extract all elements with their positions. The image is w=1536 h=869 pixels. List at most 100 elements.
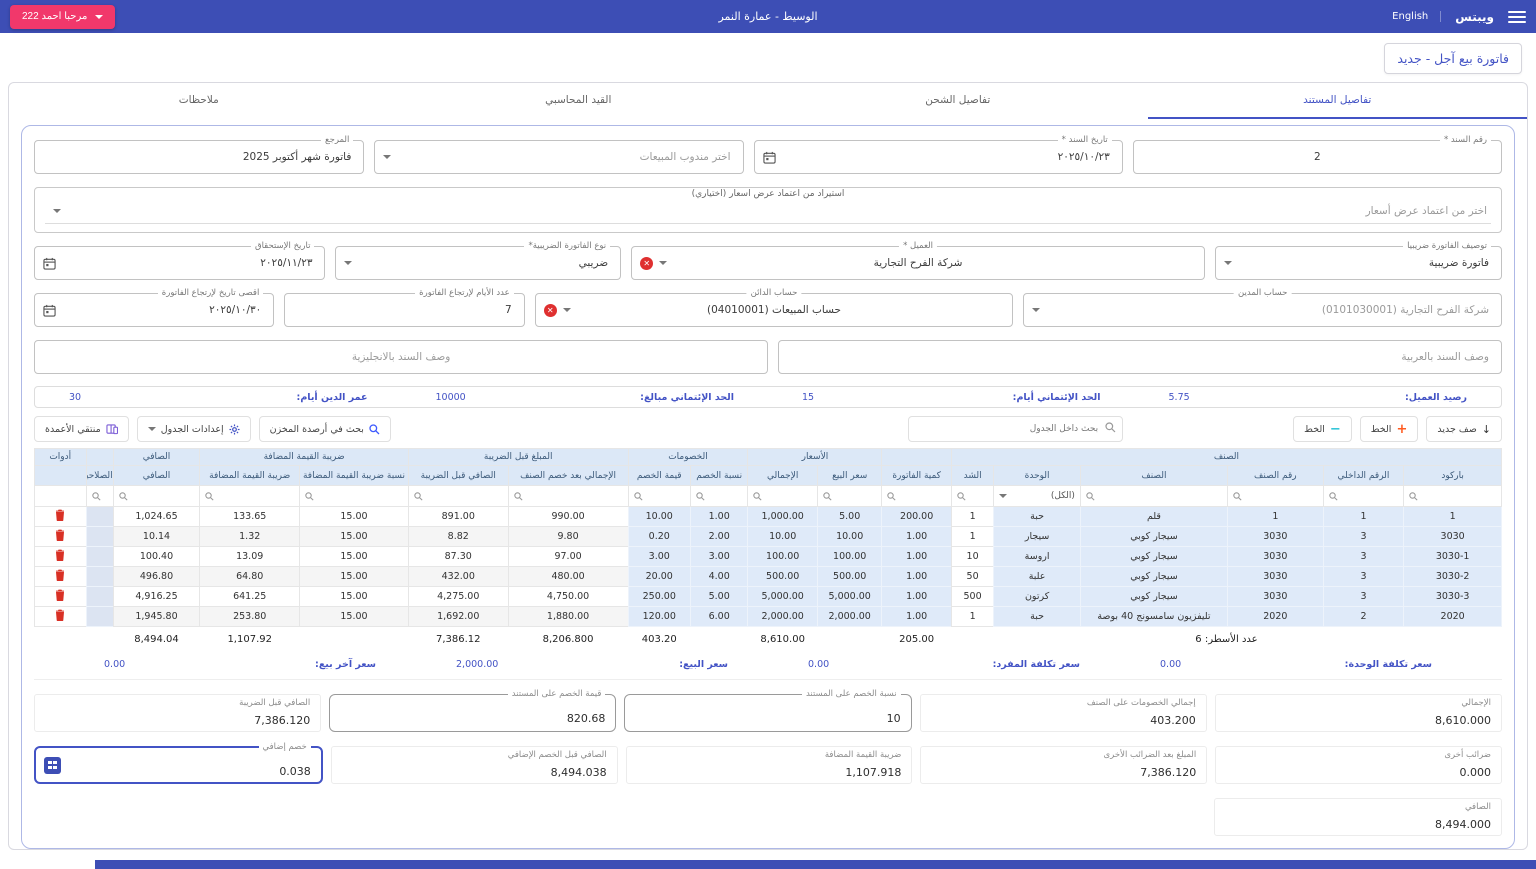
- delete-row-button[interactable]: [55, 609, 65, 621]
- doc-date-field[interactable]: تاريخ السند * ٢٠٢٥/١٠/٢٣: [754, 140, 1123, 174]
- description-english-input[interactable]: وصف السند بالانجليزية: [34, 340, 768, 374]
- calendar-icon[interactable]: [763, 151, 776, 164]
- chevron-down-icon[interactable]: [659, 261, 667, 265]
- extra-discount-field[interactable]: خصم إضافي 0.038: [34, 746, 323, 784]
- chevron-down-icon[interactable]: [53, 209, 61, 213]
- validity-cell: [86, 567, 113, 587]
- column-filter-input[interactable]: [817, 486, 881, 507]
- sales-rep-select[interactable]: اختر مندوب المبيعات: [374, 140, 743, 174]
- clear-icon[interactable]: ✕: [544, 304, 557, 317]
- column-header: قيمة الخصم: [628, 466, 690, 486]
- table-cell: حبة: [994, 607, 1081, 627]
- new-row-button[interactable]: ↓ صف جديد: [1426, 416, 1502, 442]
- return-max-date-field[interactable]: اقصى تاريخ لإرتجاع الفاتورة ٢٠٢٥/١٠/٣٠: [34, 293, 274, 327]
- chevron-down-icon: [148, 427, 156, 431]
- table-cell: 1: [1404, 507, 1502, 527]
- language-switch[interactable]: English: [1392, 11, 1441, 22]
- tab-notes[interactable]: ملاحظات: [9, 83, 389, 119]
- column-filter-input[interactable]: [951, 486, 993, 507]
- column-filter-input[interactable]: [1404, 486, 1502, 507]
- stock-balance-search-button[interactable]: بحث في أرصدة المخزن: [259, 416, 391, 442]
- delete-row-button[interactable]: [55, 549, 65, 561]
- search-icon: [119, 492, 128, 501]
- column-filter-input[interactable]: [1227, 486, 1323, 507]
- doc-number-field[interactable]: رقم السند * 2: [1133, 140, 1502, 174]
- customer-select[interactable]: العميل * شركة الفرح التجارية ✕: [631, 246, 1205, 280]
- table-cell: 120.00: [628, 607, 690, 627]
- validity-cell: [86, 547, 113, 567]
- table-cell: 432.00: [408, 567, 508, 587]
- unit-filter-select[interactable]: (الكل): [994, 486, 1081, 507]
- tab-document-details[interactable]: تفاصيل المستند: [1148, 83, 1528, 119]
- return-days-field[interactable]: عدد الأيام لإرتجاع الفاتورة 7: [284, 293, 524, 327]
- search-icon: [1329, 492, 1338, 501]
- table-cell: 4,750.00: [508, 587, 628, 607]
- search-icon: [369, 424, 380, 435]
- table-cell: 5.00: [817, 507, 881, 527]
- column-filter-input[interactable]: [113, 486, 200, 507]
- calendar-icon[interactable]: [43, 257, 56, 270]
- table-cell: 1,024.65: [113, 507, 200, 527]
- chevron-down-icon[interactable]: [563, 308, 571, 312]
- quote-import-select[interactable]: اختر من اعتماد عرض أسعار: [45, 198, 1491, 224]
- document-discount-value-field[interactable]: قيمة الخصم على المستند 820.68: [329, 694, 616, 732]
- column-filter-input[interactable]: [690, 486, 747, 507]
- table-row: 303033030سيجار كوبيسيجار11.0010.0010.002…: [35, 527, 1502, 547]
- description-arabic-input[interactable]: وصف السند بالعربية: [778, 340, 1502, 374]
- table-cell: 15.00: [300, 587, 409, 607]
- debit-account-select[interactable]: حساب المدين شركة الفرح التجارية (0101030…: [1023, 293, 1502, 327]
- chevron-down-icon[interactable]: [1224, 261, 1232, 265]
- table-settings-button[interactable]: إعدادات الجدول: [137, 416, 251, 442]
- hamburger-menu-icon[interactable]: [1508, 11, 1526, 23]
- table-row: 3030-333030سيجار كوبيكرتون5001.005,000.0…: [35, 587, 1502, 607]
- tab-shipping-details[interactable]: تفاصيل الشحن: [768, 83, 1148, 119]
- line-increase-button[interactable]: + الخط: [1360, 416, 1419, 442]
- calculator-icon[interactable]: [44, 757, 61, 774]
- tab-accounting-entry[interactable]: القيد المحاسبي: [389, 83, 769, 119]
- tax-classification-select[interactable]: توصيف الفاتورة ضريبيا فاتورة ضريبية: [1215, 246, 1502, 280]
- search-icon: [957, 492, 966, 501]
- table-cell: 200.00: [882, 507, 952, 527]
- price-info-strip: سعر تكلفة الوحدة:0.00 سعر تكلفة المفرد:0…: [34, 652, 1502, 680]
- column-filter-input[interactable]: [882, 486, 952, 507]
- column-filter-input[interactable]: [86, 486, 113, 507]
- delete-row-button[interactable]: [55, 509, 65, 521]
- credit-account-select[interactable]: حساب الدائن حساب المبيعات (04010001) ✕: [535, 293, 1014, 327]
- table-search-input[interactable]: [908, 416, 1123, 442]
- column-header: باركود: [1404, 466, 1502, 486]
- column-picker-button[interactable]: منتقي الأعمدة: [34, 416, 129, 442]
- line-decrease-button[interactable]: − الخط: [1293, 416, 1352, 442]
- delete-row-button[interactable]: [55, 589, 65, 601]
- chevron-down-icon[interactable]: [383, 155, 391, 159]
- table-cell: 5,000.00: [748, 587, 818, 607]
- column-filter-input[interactable]: [1080, 486, 1227, 507]
- clear-icon[interactable]: ✕: [640, 257, 653, 270]
- table-cell: 3: [1323, 567, 1404, 587]
- column-filter-input[interactable]: [408, 486, 508, 507]
- delete-row-button[interactable]: [55, 529, 65, 541]
- chevron-down-icon[interactable]: [344, 261, 352, 265]
- invoice-card: تفاصيل المستند تفاصيل الشحن القيد المحاس…: [8, 82, 1528, 850]
- column-filter-input[interactable]: [628, 486, 690, 507]
- column-group-header: الخصومات: [628, 449, 748, 466]
- column-filter-input[interactable]: [300, 486, 409, 507]
- reference-field[interactable]: المرجع فاتورة شهر أكتوبر 2025: [34, 140, 364, 174]
- column-filter-input[interactable]: [748, 486, 818, 507]
- tax-invoice-type-select[interactable]: نوع الفاتورة الضريبية* ضريبي: [335, 246, 621, 280]
- table-cell: 1.00: [882, 527, 952, 547]
- search-icon: [92, 492, 101, 501]
- rows-count: عدد الأسطر: 6: [951, 627, 1501, 652]
- item-discounts-total-box: إجمالي الخصومات على الصنف 403.200: [920, 694, 1207, 732]
- column-filter-input[interactable]: [508, 486, 628, 507]
- document-discount-percent-field[interactable]: نسبة الخصم على المستند 10: [624, 694, 911, 732]
- due-date-field[interactable]: تاريخ الإستحقاق ٢٠٢٥/١١/٢٣: [34, 246, 325, 280]
- search-icon: [1105, 422, 1116, 433]
- table-cell: 3030: [1227, 547, 1323, 567]
- delete-row-button[interactable]: [55, 569, 65, 581]
- search-icon: [1409, 492, 1418, 501]
- column-filter-input[interactable]: [200, 486, 300, 507]
- column-filter-input[interactable]: [1323, 486, 1404, 507]
- user-menu-button[interactable]: مرحبا احمد 222: [10, 5, 115, 29]
- chevron-down-icon[interactable]: [1032, 308, 1040, 312]
- calendar-icon[interactable]: [43, 304, 56, 317]
